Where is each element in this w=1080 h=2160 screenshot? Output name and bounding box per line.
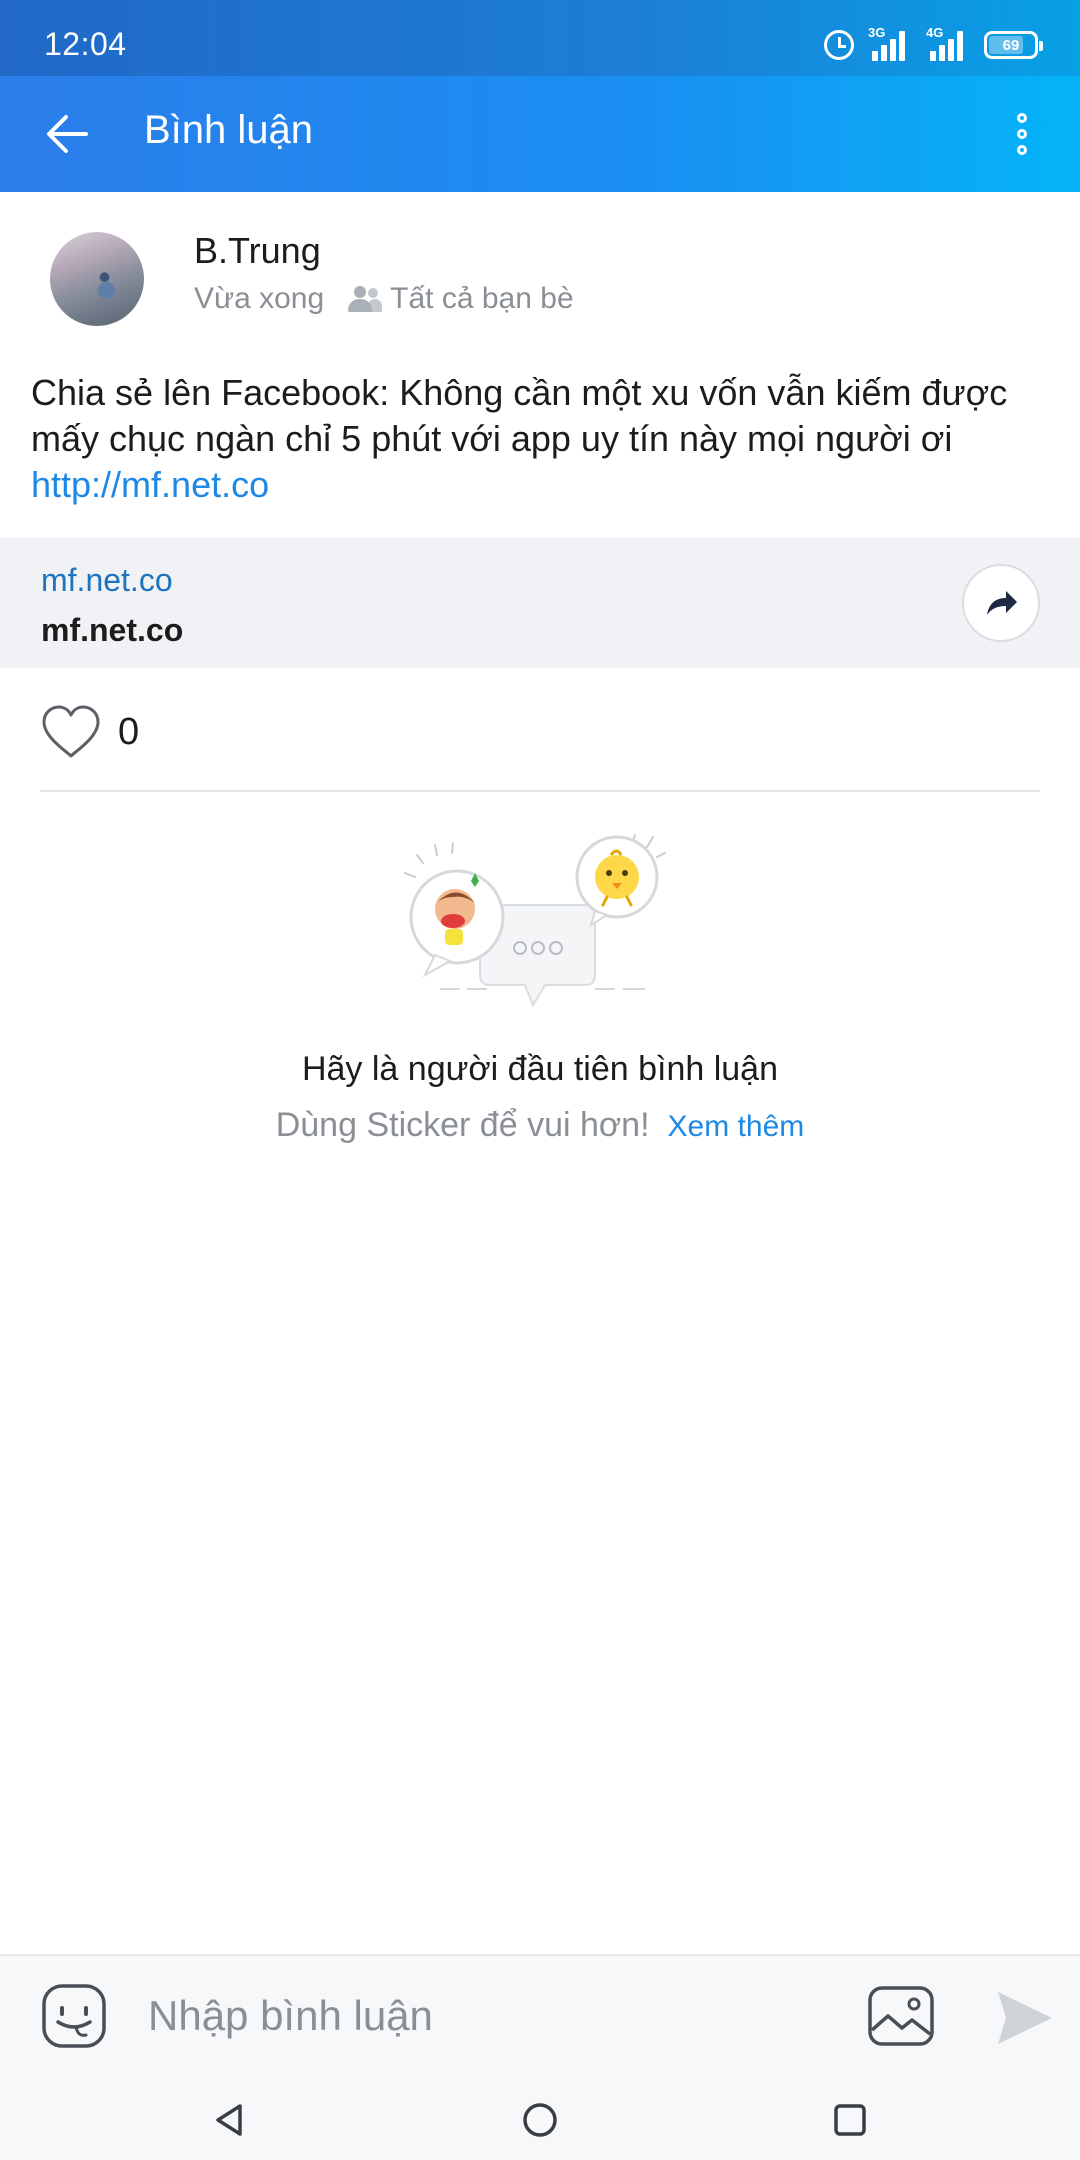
divider (40, 790, 1040, 792)
more-vertical-icon (1017, 113, 1027, 123)
nav-recents-button[interactable] (822, 2092, 878, 2148)
header: 12:04 3G 4G 69 Bình luận (0, 0, 1080, 192)
triangle-back-icon (216, 2104, 242, 2136)
square-recents-icon (834, 2104, 866, 2136)
signal-3g-label: 3G (868, 25, 886, 40)
app-bar: Bình luận (0, 76, 1080, 192)
post-content: Chia sẻ lên Facebook: Không cần một xu v… (31, 370, 1051, 508)
send-icon[interactable] (992, 1986, 1056, 2050)
share-button[interactable] (962, 564, 1040, 642)
like-count: 0 (118, 710, 140, 753)
circle-home-icon (523, 2103, 557, 2137)
post-time: Vừa xong (194, 282, 325, 315)
page-title: Bình luận (144, 108, 314, 152)
link-preview-card[interactable]: mf.net.co mf.net.co (0, 538, 1080, 668)
post-meta: Vừa xong Tất cả bạn bè (194, 282, 574, 316)
share-arrow-icon (987, 591, 1017, 615)
status-bar: 12:04 3G 4G 69 (0, 0, 1080, 76)
link-domain: mf.net.co (41, 562, 173, 598)
alarm-icon (824, 30, 854, 60)
empty-state-subtitle: Dùng Sticker để vui hơn! Xem thêm (0, 1106, 1080, 1145)
battery-icon: 69 (984, 31, 1043, 59)
image-icon[interactable] (866, 1982, 936, 2050)
friends-icon (348, 286, 383, 312)
signal-3g-icon: 3G (868, 25, 912, 61)
status-icons: 3G 4G 69 (824, 25, 1043, 62)
nav-home-button[interactable] (512, 2092, 568, 2148)
sticker-smile-icon[interactable] (40, 1982, 108, 2050)
nav-back-button[interactable] (202, 2092, 258, 2148)
more-options-button[interactable] (1002, 104, 1042, 164)
post-link[interactable]: http://mf.net.co (31, 462, 1051, 508)
comment-input-bar (0, 1954, 1080, 2078)
author-name[interactable]: B.Trung (194, 230, 321, 272)
system-nav-bar (0, 2078, 1080, 2160)
empty-state-hint: Dùng Sticker để vui hơn! (275, 1106, 650, 1144)
battery-level: 69 (1002, 36, 1020, 54)
status-time: 12:04 (44, 26, 127, 62)
back-button[interactable] (36, 102, 100, 166)
signal-4g-icon: 4G (926, 25, 970, 61)
see-more-link[interactable]: Xem thêm (668, 1110, 805, 1143)
empty-state-title: Hãy là người đầu tiên bình luận (301, 1050, 779, 1088)
arrow-left-icon (47, 115, 88, 153)
like-row: 0 (40, 700, 139, 764)
avatar[interactable] (50, 232, 144, 326)
empty-comments-illustration (404, 834, 666, 1008)
link-title: mf.net.co (41, 612, 184, 648)
post-text: Chia sẻ lên Facebook: Không cần một xu v… (31, 372, 1008, 459)
signal-4g-label: 4G (926, 25, 944, 40)
heart-outline-icon[interactable] (40, 703, 102, 761)
comment-input[interactable] (148, 1978, 828, 2054)
privacy-label: Tất cả bạn bè (390, 282, 574, 315)
